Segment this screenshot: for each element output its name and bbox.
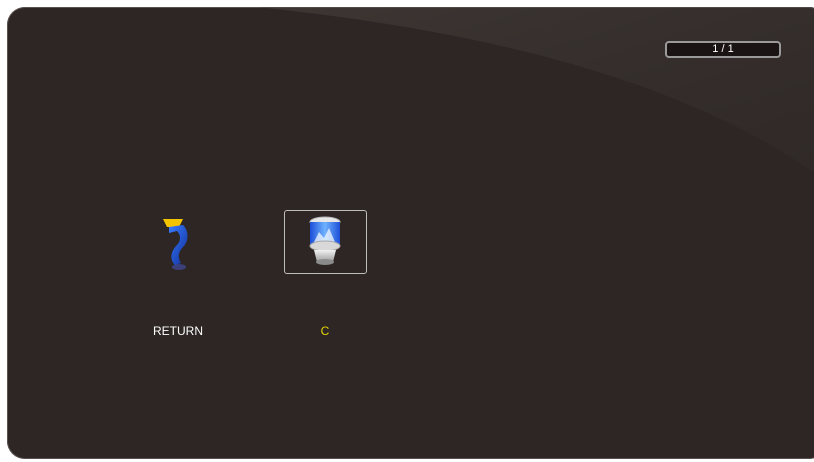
drive-c-label: C [320,324,330,338]
return-arrow-icon [163,219,188,270]
background-sheen [257,7,814,173]
drive-icon [309,216,341,265]
page-indicator: 1 / 1 [665,41,781,58]
file-browser-screen: 1 / 1 RETURN C [0,0,814,462]
main-panel [7,7,814,459]
return-label: RETURN [153,324,203,338]
